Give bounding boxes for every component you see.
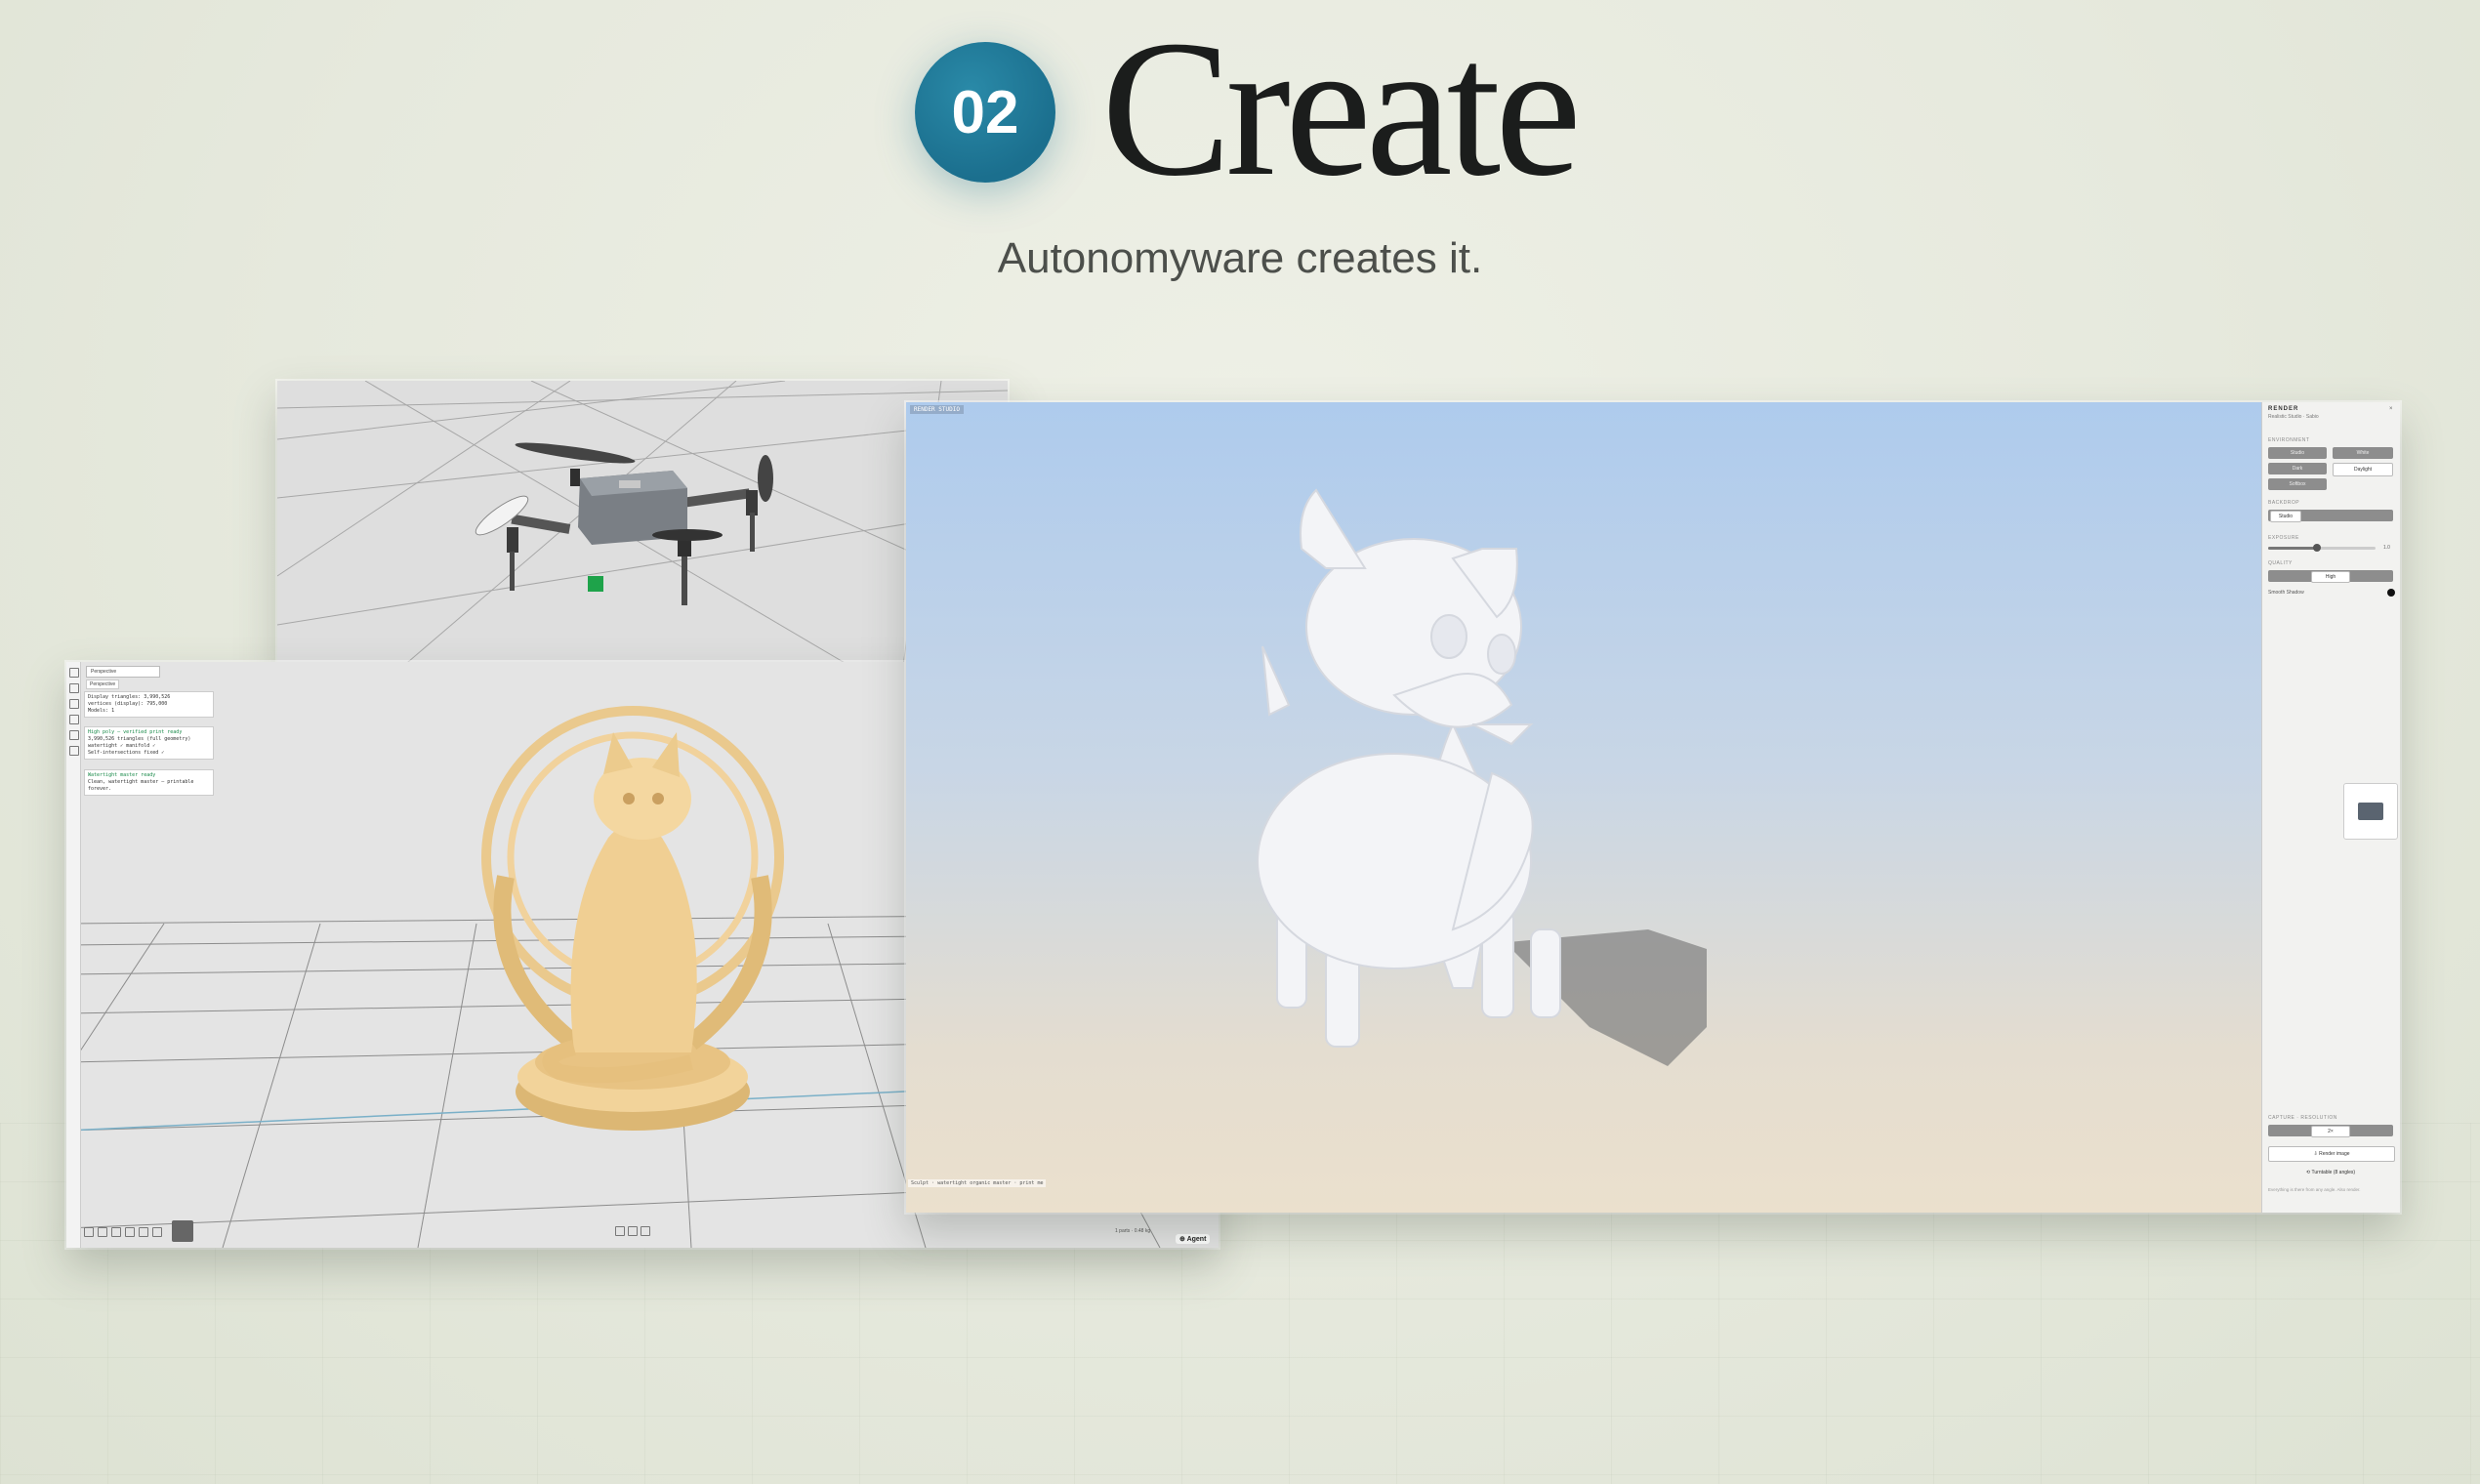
- scale-tool-icon[interactable]: [69, 715, 79, 724]
- smooth-shadow-label: Smooth Shadow: [2268, 590, 2304, 596]
- panel-footer-note: Everything is there from any angle. Also…: [2268, 1187, 2361, 1192]
- viewport-tab[interactable]: Perspective: [86, 666, 160, 678]
- panel-close-icon[interactable]: ×: [2389, 406, 2393, 412]
- page-title: Create: [1101, 1, 1582, 217]
- green-marker: [588, 576, 603, 592]
- grid-icon[interactable]: [98, 1227, 107, 1237]
- env-option-daylight[interactable]: Daylight: [2333, 463, 2393, 476]
- console-line: watertight ✓ manifold ✓: [88, 743, 156, 749]
- console-line: Clean, watertight master — printable for…: [88, 779, 194, 792]
- tab-label: Perspective: [91, 669, 117, 675]
- section-tool-icon[interactable]: [69, 746, 79, 756]
- drone-viewport-screenshot: [277, 381, 1008, 674]
- zoom-out-icon[interactable]: [641, 1226, 650, 1236]
- exposure-value: 1.0: [2383, 545, 2390, 551]
- step-badge: 02: [915, 42, 1055, 183]
- turntable-button[interactable]: ⟲ Turntable (8 angles): [2268, 1166, 2393, 1179]
- console-panel-verify: High poly — verified print ready 3,990,5…: [84, 726, 214, 760]
- render-viewport: RENDER STUDIO Sculpt · watertight organi…: [906, 402, 2261, 1213]
- quality-option-high[interactable]: High: [2311, 571, 2350, 583]
- smooth-shadow-toggle[interactable]: [2387, 589, 2395, 597]
- backdrop-label: BACKDROP: [2268, 500, 2300, 506]
- zoom-in-icon[interactable]: [615, 1226, 625, 1236]
- viewport-footer-info: Sculpt · watertight organic master · pri…: [908, 1179, 1047, 1187]
- zoom-fit-icon[interactable]: [628, 1226, 638, 1236]
- viewport-label: Perspective: [86, 680, 120, 689]
- console-panel-master: Watertight master ready Clean, watertigh…: [84, 769, 214, 796]
- agent-button[interactable]: ⊕ Agent: [1176, 1234, 1211, 1244]
- light-icon[interactable]: [125, 1227, 135, 1237]
- console-line: High poly — verified print ready: [88, 729, 183, 735]
- rotate-tool-icon[interactable]: [69, 699, 79, 709]
- env-option-studio[interactable]: Studio: [2268, 447, 2327, 459]
- page-subtitle: Autonomyware creates it.: [997, 234, 1483, 282]
- view-cube-icon[interactable]: [84, 1227, 94, 1237]
- dog-render-screenshot: RENDER STUDIO Sculpt · watertight organi…: [906, 402, 2400, 1213]
- exposure-slider[interactable]: [2268, 544, 2376, 552]
- pen-icon[interactable]: [152, 1227, 162, 1237]
- console-line: Self-intersections fixed ✓: [88, 750, 165, 756]
- panel-subtitle: Realistic Studio · Sabio: [2268, 414, 2319, 420]
- bottom-toolbar: [84, 1220, 201, 1242]
- console-line: Display triangles: 3,990,526: [88, 694, 171, 700]
- status-right: 1 parts · 0.48 kg: [1115, 1228, 1151, 1234]
- view-cube-icon[interactable]: [2343, 783, 2398, 840]
- drone-scene: [277, 381, 1008, 674]
- dog-scene: [1257, 488, 1707, 1066]
- left-toolbar: [66, 662, 81, 1248]
- camera-icon[interactable]: [139, 1227, 148, 1237]
- resolution-option-2x[interactable]: 2×: [2311, 1126, 2350, 1137]
- console-line: Watertight master ready: [88, 772, 156, 778]
- exposure-slider-thumb[interactable]: [2312, 544, 2321, 552]
- dog-model: [1257, 488, 1561, 1048]
- capture-label: CAPTURE · RESOLUTION: [2268, 1115, 2337, 1121]
- panel-title: RENDER: [2268, 406, 2299, 412]
- measure-tool-icon[interactable]: [69, 730, 79, 740]
- render-image-button[interactable]: ⇩ Render image: [2268, 1146, 2395, 1162]
- backdrop-option-studio[interactable]: Studio: [2270, 511, 2301, 522]
- env-option-softbox[interactable]: Softbox: [2268, 478, 2327, 490]
- axis-gizmo-icon[interactable]: [172, 1220, 193, 1242]
- env-option-white[interactable]: White: [2333, 447, 2393, 459]
- console-line: vertices (display): 795,000: [88, 701, 168, 707]
- console-line: 3,990,526 triangles (full geometry): [88, 736, 191, 742]
- exposure-label: EXPOSURE: [2268, 535, 2299, 541]
- agent-icon: ⊕: [1179, 1236, 1187, 1243]
- quality-label: QUALITY: [2268, 560, 2293, 566]
- zoom-controls: [615, 1226, 664, 1236]
- console-line: Models: 1: [88, 708, 115, 714]
- environment-label: ENVIRONMENT: [2268, 437, 2310, 443]
- env-option-dark[interactable]: Dark: [2268, 463, 2327, 474]
- select-tool-icon[interactable]: [69, 668, 79, 678]
- move-tool-icon[interactable]: [69, 683, 79, 693]
- exposure-slider-fill: [2268, 547, 2317, 550]
- console-panel-stats: Display triangles: 3,990,526 vertices (d…: [84, 691, 214, 718]
- wireframe-icon[interactable]: [111, 1227, 121, 1237]
